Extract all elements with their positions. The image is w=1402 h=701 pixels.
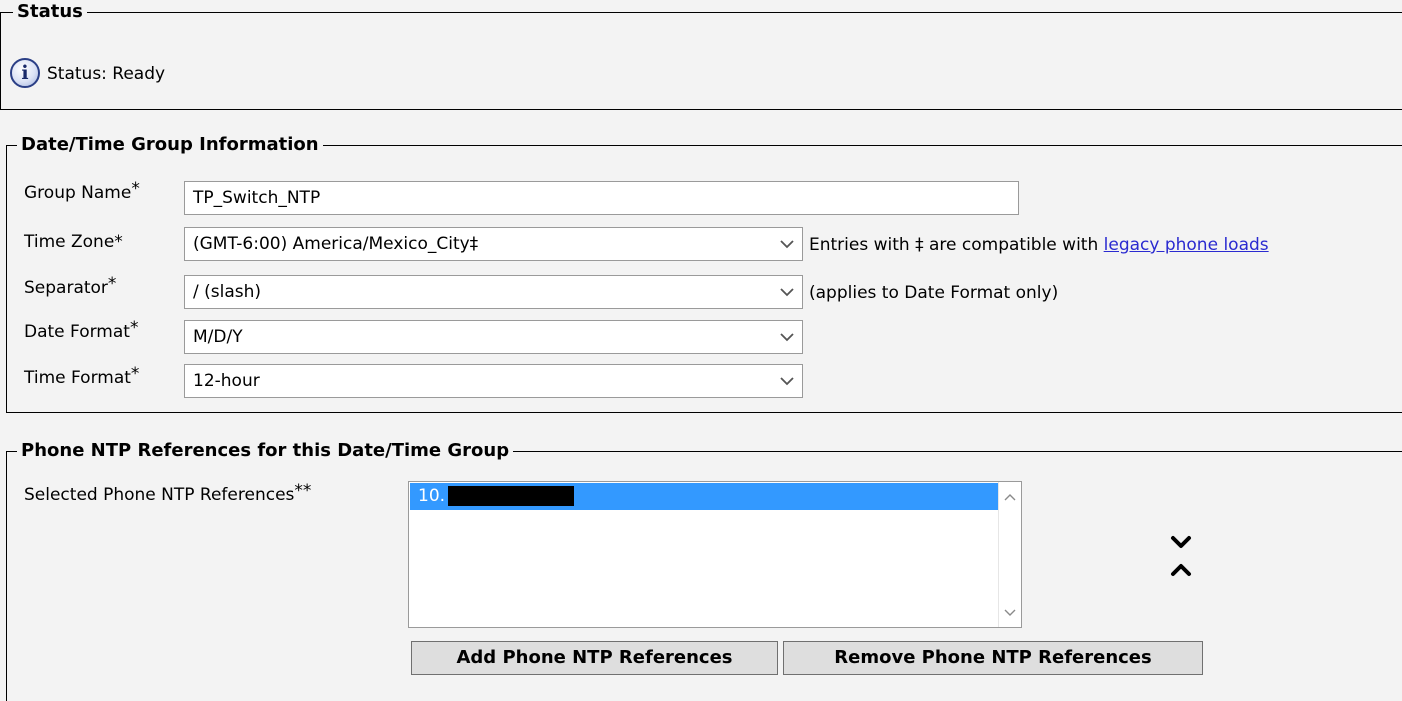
dtg-fieldset: Date/Time Group Information Group Name* … — [6, 134, 1402, 413]
date-format-value: M/D/Y — [193, 327, 243, 347]
selected-ntp-listbox[interactable]: 10. — [408, 481, 1022, 628]
dtg-legend: Date/Time Group Information — [17, 134, 323, 156]
time-zone-note: Entries with ‡ are compatible with legac… — [809, 235, 1269, 255]
separator-select[interactable]: / (slash) — [184, 275, 803, 309]
group-name-label: Group Name* — [24, 179, 140, 203]
status-fieldset: Status i Status: Ready — [0, 1, 1402, 110]
info-icon: i — [10, 58, 40, 88]
time-zone-select[interactable]: (GMT-6:00) America/Mexico_City‡ — [184, 227, 803, 261]
chevron-down-icon — [778, 228, 796, 260]
time-zone-label: Time Zone* — [24, 232, 123, 252]
time-format-value: 12-hour — [193, 371, 260, 391]
list-item[interactable]: 10. — [410, 483, 999, 510]
scroll-down-icon[interactable] — [999, 601, 1020, 625]
ntp-fieldset: Phone NTP References for this Date/Time … — [6, 440, 1402, 701]
time-format-label: Time Format* — [24, 364, 140, 388]
status-legend: Status — [13, 1, 87, 23]
move-up-icon[interactable] — [1170, 562, 1192, 578]
selected-ntp-label: Selected Phone NTP References** — [24, 481, 312, 505]
move-down-icon[interactable] — [1170, 534, 1192, 550]
ntp-legend: Phone NTP References for this Date/Time … — [17, 440, 514, 462]
time-zone-value: (GMT-6:00) America/Mexico_City‡ — [193, 234, 479, 254]
time-format-select[interactable]: 12-hour — [184, 364, 803, 398]
legacy-phone-loads-link[interactable]: legacy phone loads — [1104, 235, 1269, 255]
remove-phone-ntp-references-button[interactable]: Remove Phone NTP References — [783, 641, 1203, 675]
add-phone-ntp-references-button[interactable]: Add Phone NTP References — [411, 641, 778, 675]
date-format-label: Date Format* — [24, 318, 139, 342]
separator-note: (applies to Date Format only) — [809, 283, 1059, 303]
date-format-select[interactable]: M/D/Y — [184, 320, 803, 354]
redaction-bar — [448, 486, 574, 506]
group-name-input[interactable]: TP_Switch_NTP — [184, 181, 1019, 215]
scroll-up-icon[interactable] — [999, 485, 1020, 509]
chevron-down-icon — [778, 365, 796, 397]
chevron-down-icon — [778, 321, 796, 353]
separator-label: Separator* — [24, 274, 117, 298]
separator-value: / (slash) — [193, 282, 262, 302]
listbox-scrollbar[interactable] — [998, 482, 1021, 627]
chevron-down-icon — [778, 276, 796, 308]
status-text: Status: Ready — [47, 64, 166, 84]
